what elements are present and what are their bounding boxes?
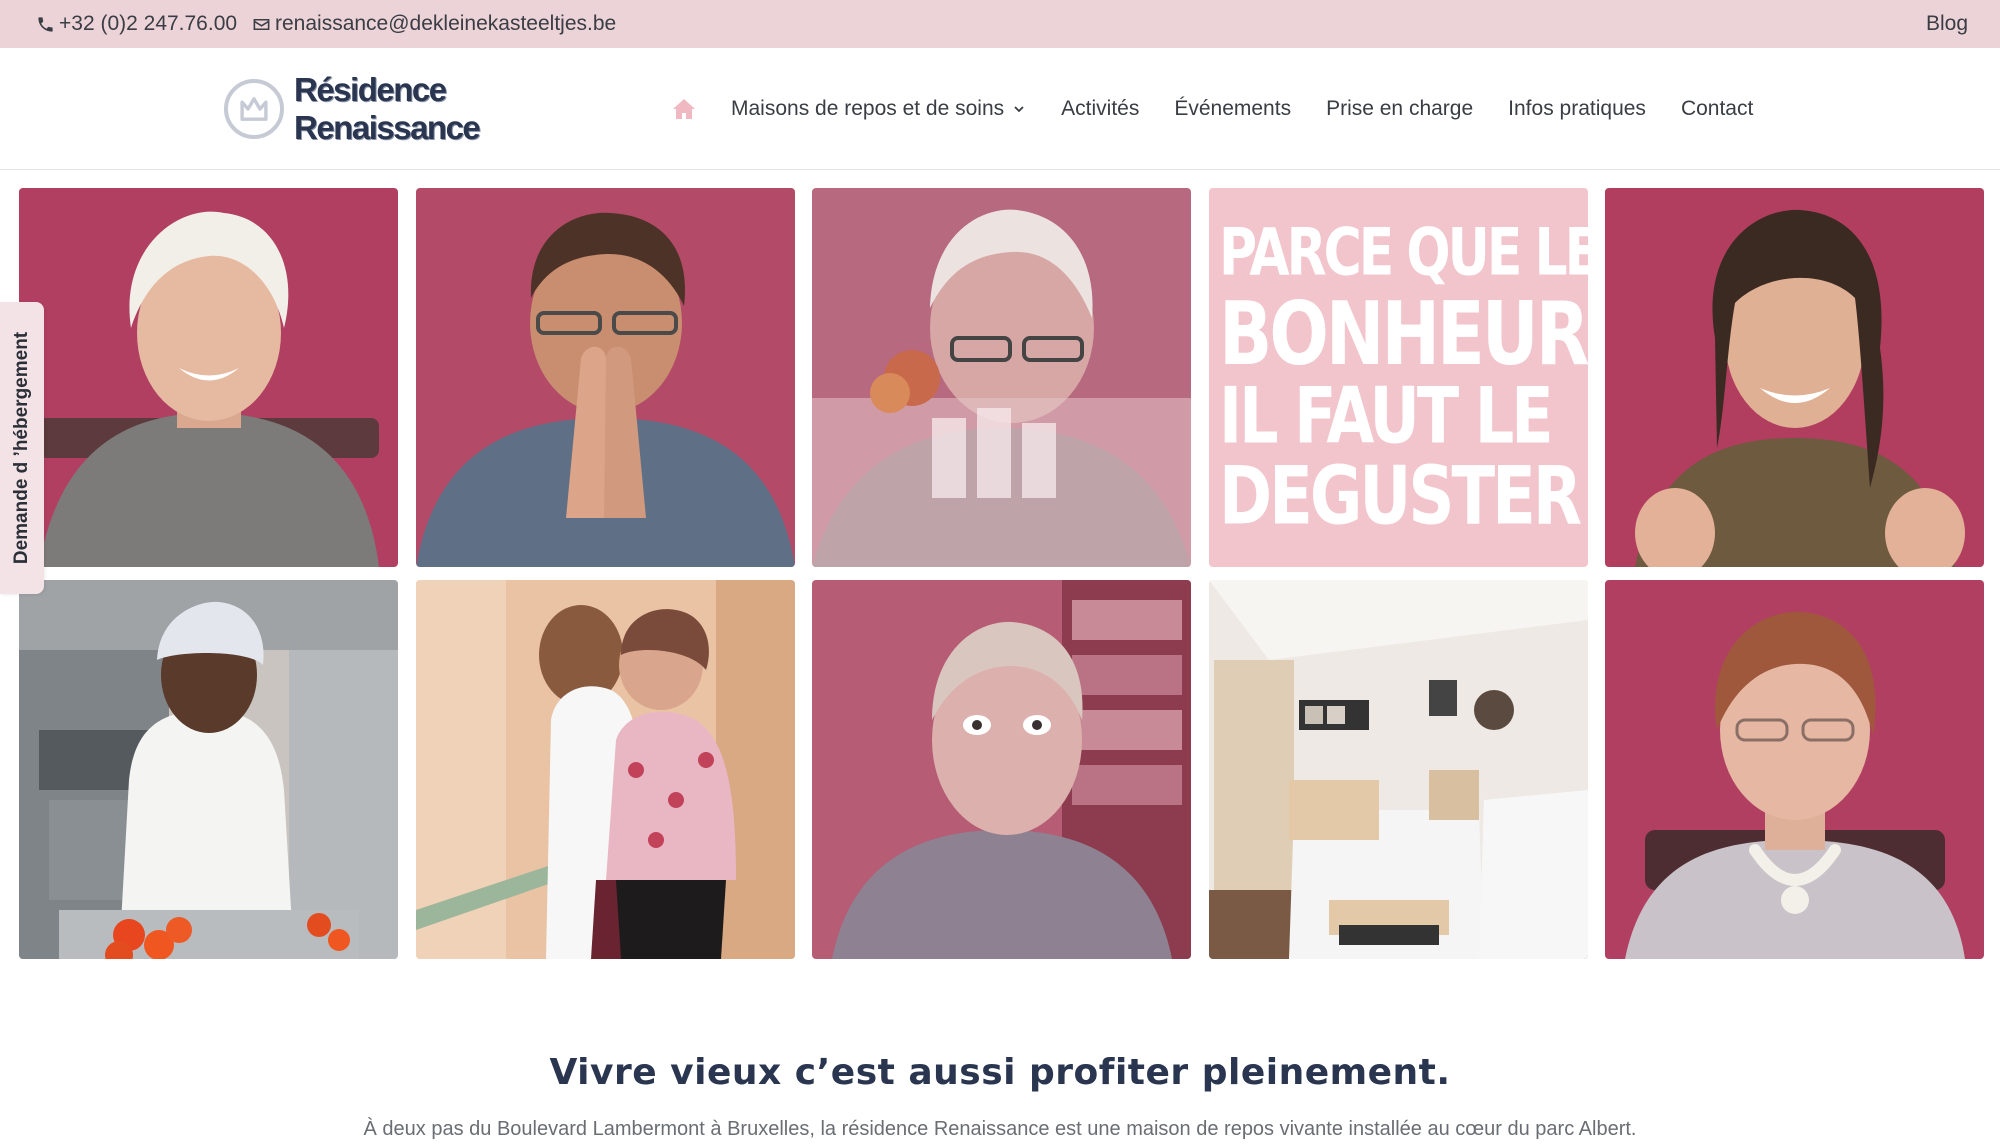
main-nav: Maisons de repos et de soins Activités É… xyxy=(672,48,1753,170)
logo-line-1: Résidence xyxy=(294,71,447,108)
photo-elderly-woman-laughing xyxy=(19,188,398,567)
email-link[interactable]: renaissance@dekleinekasteeltjes.be xyxy=(252,0,616,48)
photo-elderly-woman-necklace xyxy=(1605,580,1984,959)
photo-man-with-glasses-and-table-setting xyxy=(812,188,1191,567)
site-header: Résidence Renaissance Maisons de repos e… xyxy=(0,48,2000,170)
home-icon xyxy=(673,99,695,119)
slogan-line-2: BONHEUR xyxy=(1219,282,1588,385)
phone-link[interactable]: +32 (0)2 247.76.00 xyxy=(36,0,237,48)
nav-home-link[interactable] xyxy=(672,98,696,120)
intro-title: Vivre vieux c’est aussi profiter pleinem… xyxy=(549,1052,1451,1093)
envelope-icon xyxy=(253,18,270,30)
nav-item-evenements[interactable]: Événements xyxy=(1174,97,1291,121)
blog-link[interactable]: Blog xyxy=(1926,0,1968,48)
nav-item-maisons[interactable]: Maisons de repos et de soins xyxy=(731,97,1026,121)
crown-logo-icon xyxy=(224,79,284,139)
slogan-line-1: PARCE QUE LE xyxy=(1219,215,1588,290)
top-bar: +32 (0)2 247.76.00 renaissance@dekleinek… xyxy=(0,0,2000,48)
photo-bedroom xyxy=(1209,580,1588,959)
accommodation-request-tab[interactable]: Demande d ’hébergement xyxy=(0,302,44,594)
accommodation-request-label: Demande d ’hébergement xyxy=(11,331,32,565)
nav-item-activites[interactable]: Activités xyxy=(1061,97,1139,121)
slogan-line-3: IL FAUT LE xyxy=(1219,369,1554,461)
chevron-down-icon xyxy=(1014,106,1024,113)
logo-text: Résidence Renaissance xyxy=(294,71,481,147)
slogan-line-4: DEGUSTER xyxy=(1219,450,1582,543)
nav-item-contact[interactable]: Contact xyxy=(1681,97,1753,121)
photo-cook-cutting-tomatoes xyxy=(19,580,398,959)
nav-item-label: Maisons de repos et de soins xyxy=(731,97,1005,120)
phone-number: +32 (0)2 247.76.00 xyxy=(59,12,238,35)
logo-line-2: Renaissance xyxy=(294,109,481,146)
intro-text: À deux pas du Boulevard Lambermont à Bru… xyxy=(363,1118,1637,1140)
site-logo[interactable]: Résidence Renaissance xyxy=(224,68,494,150)
photo-young-woman-smiling xyxy=(1605,188,1984,567)
slogan-tile: PARCE QUE LE BONHEUR IL FAUT LE DEGUSTER xyxy=(1209,188,1588,567)
photo-elderly-man-with-bookshelf xyxy=(812,580,1191,959)
email-address: renaissance@dekleinekasteeltjes.be xyxy=(275,12,617,35)
photo-caregiver-helping-resident xyxy=(416,580,795,959)
nav-item-prise-en-charge[interactable]: Prise en charge xyxy=(1326,97,1473,121)
nav-item-infos-pratiques[interactable]: Infos pratiques xyxy=(1508,97,1646,121)
phone-icon xyxy=(38,16,53,32)
photo-man-hands-together xyxy=(416,188,795,567)
